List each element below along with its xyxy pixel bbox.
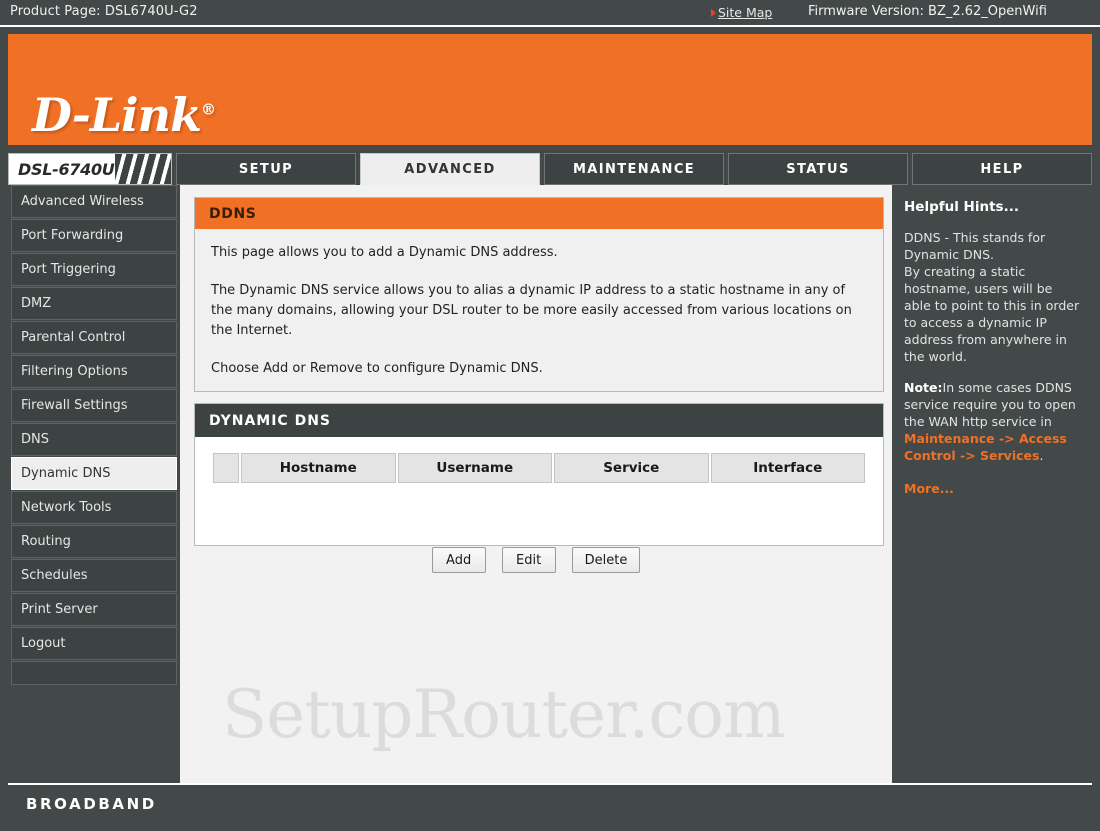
table-body-empty: [213, 483, 865, 523]
sidebar-item-label: DNS: [21, 432, 49, 447]
sidebar-item-label: Parental Control: [21, 330, 126, 345]
ddns-panel-header: DDNS: [195, 198, 883, 229]
tab-setup-label: SETUP: [238, 161, 294, 177]
registered-trademark-icon: ®: [200, 100, 216, 119]
diagonal-stripes-icon: [115, 154, 171, 184]
main-navigation: DSL-6740U SETUP ADVANCED MAINTENANCE STA…: [8, 153, 1092, 185]
sidebar-item-network-tools[interactable]: Network Tools: [11, 491, 177, 524]
tab-help[interactable]: HELP: [912, 153, 1092, 185]
model-badge: DSL-6740U: [8, 153, 172, 185]
sidebar-item-routing[interactable]: Routing: [11, 525, 177, 558]
tab-maintenance[interactable]: MAINTENANCE: [544, 153, 724, 185]
firmware-version-label: Firmware Version: BZ_2.62_OpenWifi: [808, 4, 1047, 19]
main-content: DDNS This page allows you to add a Dynam…: [180, 185, 892, 783]
sidebar-item-label: Advanced Wireless: [21, 194, 144, 209]
ddns-info-panel: DDNS This page allows you to add a Dynam…: [194, 197, 884, 392]
sidebar-item-label: Filtering Options: [21, 364, 128, 379]
action-buttons: Add Edit Delete: [180, 547, 892, 573]
ddns-paragraph-1: This page allows you to add a Dynamic DN…: [211, 245, 558, 260]
helpful-hints-panel: Helpful Hints... DDNS - This stands for …: [892, 185, 1092, 783]
table-header-row: Hostname Username Service Interface: [213, 453, 865, 483]
router-admin-page: Product Page: DSL6740U-G2 Site Map Firmw…: [0, 0, 1100, 831]
tab-help-label: HELP: [980, 161, 1024, 177]
dynamic-dns-table-body: Hostname Username Service Interface: [195, 437, 883, 545]
tab-advanced[interactable]: ADVANCED: [360, 153, 540, 185]
sidebar-item-dynamic-dns[interactable]: Dynamic DNS: [11, 457, 177, 490]
hints-body-1: DDNS - This stands for Dynamic DNS. By cr…: [904, 229, 1080, 365]
hints-title: Helpful Hints...: [904, 199, 1019, 215]
model-name-label: DSL-6740U: [18, 160, 115, 179]
hints-note: Note:In some cases DDNS service require …: [904, 379, 1080, 464]
dynamic-dns-panel: DYNAMIC DNS Hostname Username Service In…: [194, 403, 884, 546]
tab-status-label: STATUS: [786, 161, 850, 177]
empty-cell: [213, 483, 865, 523]
sidebar-item-print-server[interactable]: Print Server: [11, 593, 177, 626]
hints-note-tail: .: [1039, 448, 1044, 463]
sidebar-item-port-forwarding[interactable]: Port Forwarding: [11, 219, 177, 252]
sidebar-item-label: Routing: [21, 534, 71, 549]
sidebar-item-label: Firewall Settings: [21, 398, 128, 413]
tab-advanced-label: ADVANCED: [404, 161, 496, 177]
brand-banner: D-Link®: [8, 34, 1092, 145]
ddns-paragraph-2: The Dynamic DNS service allows you to al…: [211, 283, 852, 338]
sidebar-item-label: Port Forwarding: [21, 228, 124, 243]
sidebar-item-filtering-options[interactable]: Filtering Options: [11, 355, 177, 388]
table-head: Hostname Username Service Interface: [213, 453, 865, 483]
column-interface: Interface: [710, 453, 865, 483]
edit-button[interactable]: Edit: [501, 547, 556, 573]
hints-text-2: By creating a static hostname, users wil…: [904, 264, 1080, 364]
column-select: [213, 453, 239, 483]
site-map-label[interactable]: Site Map: [718, 5, 772, 20]
sidebar-filler: [11, 661, 177, 685]
sidebar-item-dmz[interactable]: DMZ: [11, 287, 177, 320]
ddns-paragraph-3: Choose Add or Remove to configure Dynami…: [211, 361, 543, 376]
delete-button[interactable]: Delete: [571, 547, 641, 573]
sidebar-item-label: DMZ: [21, 296, 52, 311]
ddns-description: This page allows you to add a Dynamic DN…: [195, 229, 883, 391]
sidebar-item-label: Network Tools: [21, 500, 112, 515]
tab-setup[interactable]: SETUP: [176, 153, 356, 185]
sidebar-item-parental-control[interactable]: Parental Control: [11, 321, 177, 354]
sidebar-menu: Advanced Wireless Port Forwarding Port T…: [8, 185, 180, 783]
sidebar-item-advanced-wireless[interactable]: Advanced Wireless: [11, 185, 177, 218]
column-service: Service: [554, 453, 709, 483]
sidebar-item-label: Port Triggering: [21, 262, 116, 277]
sidebar-item-label: Schedules: [21, 568, 88, 583]
hints-more-link[interactable]: More...: [904, 481, 954, 496]
tab-maintenance-label: MAINTENANCE: [572, 161, 696, 177]
hints-text-1: DDNS - This stands for Dynamic DNS.: [904, 230, 1046, 262]
dlink-logo-text: D-Link: [32, 88, 202, 142]
sidebar-item-port-triggering[interactable]: Port Triggering: [11, 253, 177, 286]
ddns-panel-title: DDNS: [209, 205, 257, 222]
column-username: Username: [397, 453, 552, 483]
add-button[interactable]: Add: [431, 547, 486, 573]
sidebar-item-dns[interactable]: DNS: [11, 423, 177, 456]
site-map-link[interactable]: Site Map: [711, 5, 772, 20]
arrow-right-icon: [711, 8, 716, 17]
top-info-bar: Product Page: DSL6740U-G2 Site Map Firmw…: [0, 0, 1100, 27]
page-body: Advanced Wireless Port Forwarding Port T…: [8, 185, 1092, 783]
dynamic-dns-table: Hostname Username Service Interface: [211, 453, 867, 523]
product-page-label: Product Page: DSL6740U-G2: [10, 4, 198, 19]
sidebar-item-label: Dynamic DNS: [21, 466, 111, 481]
dynamic-dns-title: DYNAMIC DNS: [209, 412, 332, 429]
sidebar-item-schedules[interactable]: Schedules: [11, 559, 177, 592]
sidebar-item-label: Logout: [21, 636, 66, 651]
dlink-logo: D-Link®: [32, 88, 216, 142]
sidebar-item-firewall-settings[interactable]: Firewall Settings: [11, 389, 177, 422]
dynamic-dns-header: DYNAMIC DNS: [195, 404, 883, 437]
sidebar-item-logout[interactable]: Logout: [11, 627, 177, 660]
page-footer: BROADBAND: [8, 783, 1092, 824]
tab-status[interactable]: STATUS: [728, 153, 908, 185]
broadband-label: BROADBAND: [26, 795, 157, 813]
table-row-empty: [213, 483, 865, 523]
hints-note-label: Note:: [904, 380, 943, 395]
sidebar-item-label: Print Server: [21, 602, 98, 617]
column-hostname: Hostname: [241, 453, 396, 483]
